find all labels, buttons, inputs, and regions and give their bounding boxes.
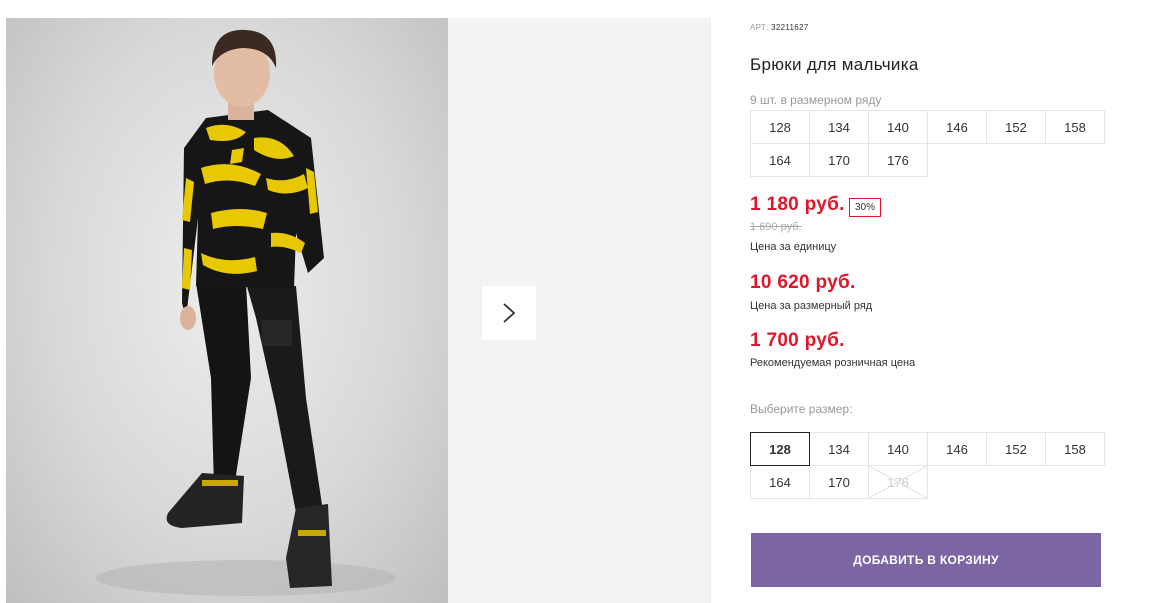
size-row-cell: 146 xyxy=(927,110,987,144)
product-title: Брюки для мальчика xyxy=(750,55,919,74)
size-row-cell: 134 xyxy=(809,110,869,144)
row-price-label: Цена за размерный ряд xyxy=(750,300,873,312)
size-option-152[interactable]: 152 xyxy=(986,432,1046,466)
size-option-164[interactable]: 164 xyxy=(750,465,810,499)
choose-size-label: Выберите размер: xyxy=(750,402,853,416)
add-to-cart-button[interactable]: ДОБАВИТЬ В КОРЗИНУ xyxy=(751,533,1101,587)
chevron-right-icon xyxy=(503,303,516,323)
discount-badge: 30% xyxy=(849,198,882,217)
unit-price-label: Цена за единицу xyxy=(750,241,837,253)
retail-price-label: Рекомендуемая розничная цена xyxy=(750,357,916,369)
sku-label: АРТ: xyxy=(750,23,769,32)
size-option-140[interactable]: 140 xyxy=(868,432,928,466)
product-gallery xyxy=(6,18,710,603)
product-sku: АРТ: 32211627 xyxy=(750,23,809,32)
retail-price: 1 700 руб. xyxy=(750,330,845,351)
column-divider xyxy=(710,18,711,603)
size-row-note: 9 шт. в размерном ряду xyxy=(750,93,882,107)
old-price: 1 690 руб. xyxy=(750,221,802,233)
size-option-146[interactable]: 146 xyxy=(927,432,987,466)
row-price: 10 620 руб. xyxy=(750,272,856,293)
size-row-cell: 164 xyxy=(750,143,810,177)
size-option-170[interactable]: 170 xyxy=(809,465,869,499)
size-option-176-unavailable: 176 xyxy=(868,465,928,499)
size-option-134[interactable]: 134 xyxy=(809,432,869,466)
product-photo[interactable] xyxy=(6,18,448,603)
next-image-button[interactable] xyxy=(482,286,536,340)
size-row-cell: 152 xyxy=(986,110,1046,144)
size-row-cell: 128 xyxy=(750,110,810,144)
cross-out-icon xyxy=(869,466,927,498)
size-row-cell: 158 xyxy=(1045,110,1105,144)
sku-value: 32211627 xyxy=(771,23,809,32)
size-option-128[interactable]: 128 xyxy=(750,432,810,466)
unit-price: 1 180 руб. xyxy=(750,194,845,215)
size-row-cell: 176 xyxy=(868,143,928,177)
size-option-158[interactable]: 158 xyxy=(1045,432,1105,466)
size-row-cell: 140 xyxy=(868,110,928,144)
size-row-grid: 128 134 140 146 152 158 164 170 176 xyxy=(750,110,1105,177)
size-row-cell: 170 xyxy=(809,143,869,177)
size-selector: 128 134 140 146 152 158 164 170 176 xyxy=(750,432,1105,499)
